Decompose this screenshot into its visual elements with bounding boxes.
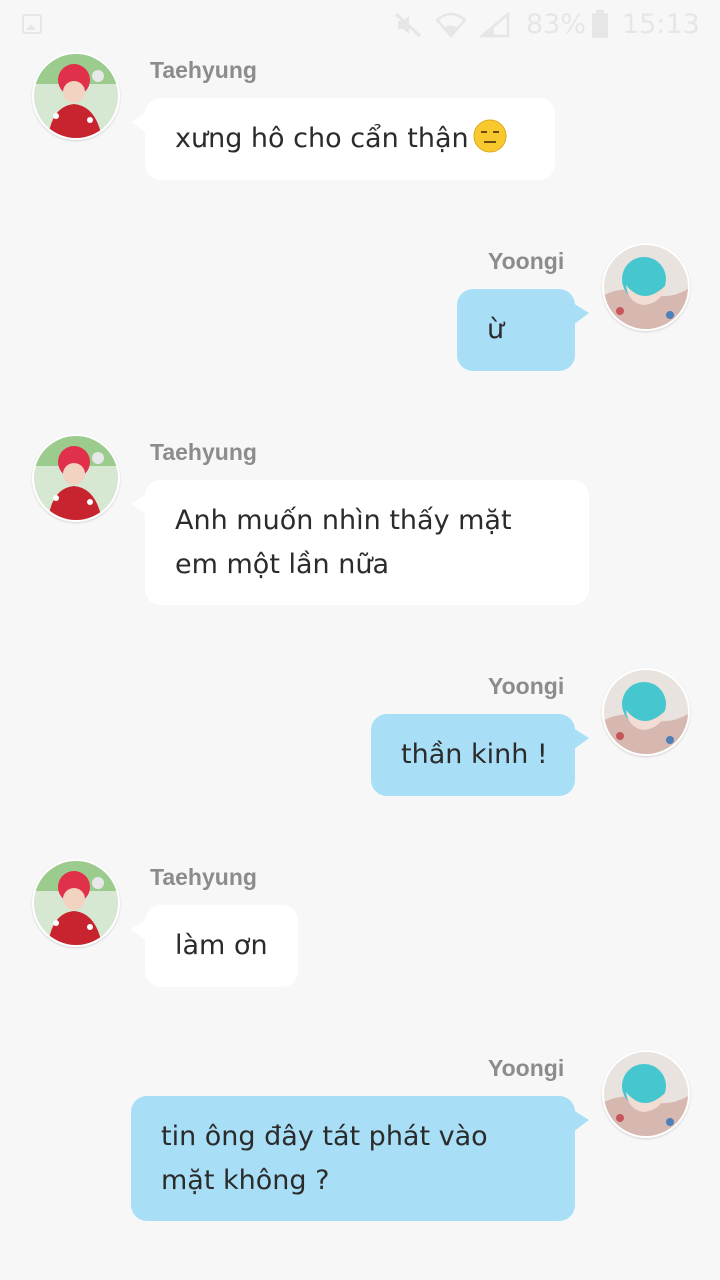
signal-icon [478,11,510,42]
avatar-taehyung[interactable] [32,434,120,522]
message-text: ừ [487,314,505,345]
expressionless-face-emoji [473,119,507,167]
status-time: 15:13 [622,9,700,40]
status-bar: 83% 15:13 [0,0,720,52]
message-text: thần kinh ! [401,739,548,770]
message-text: xưng hô cho cẩn thận [175,117,525,167]
message-text: mặt không ? [161,1165,330,1196]
battery-icon [592,10,608,38]
wifi-icon [435,12,467,42]
message-bubble[interactable]: ừ [457,289,589,371]
message-text: em một lần nữa [175,549,389,580]
avatar-taehyung[interactable] [32,52,120,140]
message-bubble[interactable]: xưng hô cho cẩn thận [131,98,555,180]
gallery-icon [22,14,42,34]
message-bubble[interactable]: Anh muốn nhìn thấy mặt em một lần nữa [131,480,589,605]
sender-name: Taehyung [150,439,257,465]
sender-name: Taehyung [150,57,257,83]
sender-name: Yoongi [488,1055,565,1081]
avatar-taehyung[interactable] [32,859,120,947]
avatar-yoongi[interactable] [602,243,690,331]
mute-icon [394,12,422,42]
message-bubble[interactable]: thần kinh ! [371,714,589,796]
sender-name: Taehyung [150,864,257,890]
avatar-yoongi[interactable] [602,1050,690,1138]
message-text: làm ơn [175,930,268,961]
message-bubble[interactable]: tin ông đây tát phát vào mặt không ? [131,1096,589,1221]
sender-name: Yoongi [488,248,565,274]
battery-percent: 83% [526,9,587,40]
avatar-yoongi[interactable] [602,668,690,756]
message-text: tin ông đây tát phát vào [161,1121,488,1152]
sender-name: Yoongi [488,673,565,699]
chat-screen: 83% 15:13 Taehyung xưng hô cho cẩn thận [0,0,720,1280]
message-text: Anh muốn nhìn thấy mặt [175,505,512,536]
message-bubble[interactable]: làm ơn [131,905,298,987]
